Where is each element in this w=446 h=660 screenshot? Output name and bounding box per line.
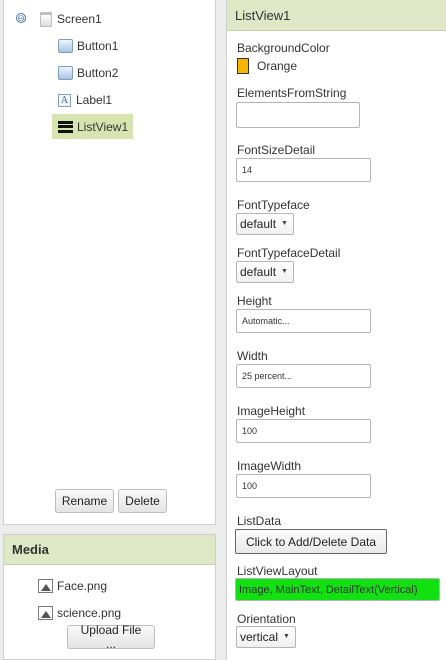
background-color-value[interactable]: Orange — [257, 59, 297, 73]
chevron-down-icon: ▼ — [281, 220, 288, 227]
font-typeface-detail-value: default — [240, 265, 277, 279]
media-file-item[interactable]: science.png — [38, 601, 158, 625]
tree-item-screen1[interactable]: Screen1 — [40, 7, 160, 31]
properties-title: ListView1 — [227, 0, 446, 31]
height-label: Height — [237, 294, 272, 308]
elements-from-string-textarea[interactable] — [236, 102, 360, 128]
list-view-layout-label: ListViewLayout — [237, 564, 318, 578]
list-view-layout-value: Image, MainText, DetailText(Vertical) — [239, 584, 418, 596]
tree-item-label: Screen1 — [57, 12, 102, 26]
screen-icon — [40, 11, 52, 27]
button-icon — [58, 39, 73, 53]
image-height-label: ImageHeight — [237, 404, 306, 418]
color-swatch[interactable] — [237, 58, 249, 74]
label-icon: A — [58, 93, 71, 107]
orientation-value: vertical — [240, 630, 279, 644]
font-typeface-label: FontTypeface — [237, 198, 310, 212]
upload-file-button[interactable]: Upload File ... — [67, 623, 155, 651]
tree-item-label: ListView1 — [77, 119, 129, 134]
properties-panel: ListView1 BackgroundColor Orange Element… — [226, 0, 446, 660]
add-delete-data-button[interactable]: Click to Add/Delete Data — [235, 529, 387, 554]
font-typeface-value: default — [240, 217, 277, 231]
button-icon — [58, 66, 73, 80]
tree-item-label: Label1 — [76, 93, 113, 107]
media-title: Media — [4, 535, 215, 565]
image-icon — [38, 579, 53, 593]
tree-item-label: Button2 — [77, 66, 119, 80]
font-typeface-select[interactable]: default ▼ — [236, 213, 294, 235]
tree-item-label: Button1 — [77, 39, 119, 53]
chevron-down-icon: ▼ — [283, 633, 290, 640]
tree-item-button2[interactable]: Button2 — [58, 61, 158, 85]
media-panel: Media Face.png science.png Upload File .… — [3, 534, 216, 660]
elements-from-string-label: ElementsFromString — [237, 86, 347, 100]
tree-item-button1[interactable]: Button1 — [58, 34, 158, 58]
orientation-select[interactable]: vertical ▼ — [236, 626, 296, 648]
listview-icon — [58, 120, 73, 133]
background-color-label: BackgroundColor — [237, 41, 330, 55]
width-label: Width — [237, 349, 268, 363]
height-input[interactable]: Automatic... — [236, 309, 371, 333]
font-typeface-detail-select[interactable]: default ▼ — [236, 261, 294, 283]
components-panel: ⊖ Screen1 Button1 Button2 A Label1 ListV… — [3, 0, 216, 525]
chevron-down-icon: ▼ — [281, 268, 288, 275]
media-file-name: science.png — [57, 606, 122, 620]
orientation-label: Orientation — [237, 612, 296, 626]
media-file-item[interactable]: Face.png — [38, 574, 158, 598]
font-typeface-detail-label: FontTypefaceDetail — [237, 246, 341, 260]
tree-item-listview1[interactable]: ListView1 — [52, 114, 133, 139]
width-input[interactable]: 25 percent... — [236, 364, 371, 388]
list-view-layout-select[interactable]: Image, MainText, DetailText(Vertical) — [235, 578, 440, 601]
media-file-name: Face.png — [57, 579, 108, 593]
image-width-label: ImageWidth — [237, 459, 302, 473]
rename-button[interactable]: Rename — [55, 489, 114, 513]
tree-item-label1[interactable]: A Label1 — [58, 88, 158, 112]
image-icon — [38, 606, 53, 620]
image-height-input[interactable]: 100 — [236, 419, 371, 443]
image-width-input[interactable]: 100 — [236, 474, 371, 498]
list-data-label: ListData — [237, 514, 282, 528]
font-size-detail-label: FontSizeDetail — [237, 143, 316, 157]
font-size-detail-input[interactable]: 14 — [236, 158, 371, 182]
delete-button[interactable]: Delete — [118, 489, 167, 513]
collapse-toggle-icon[interactable]: ⊖ — [16, 13, 26, 23]
